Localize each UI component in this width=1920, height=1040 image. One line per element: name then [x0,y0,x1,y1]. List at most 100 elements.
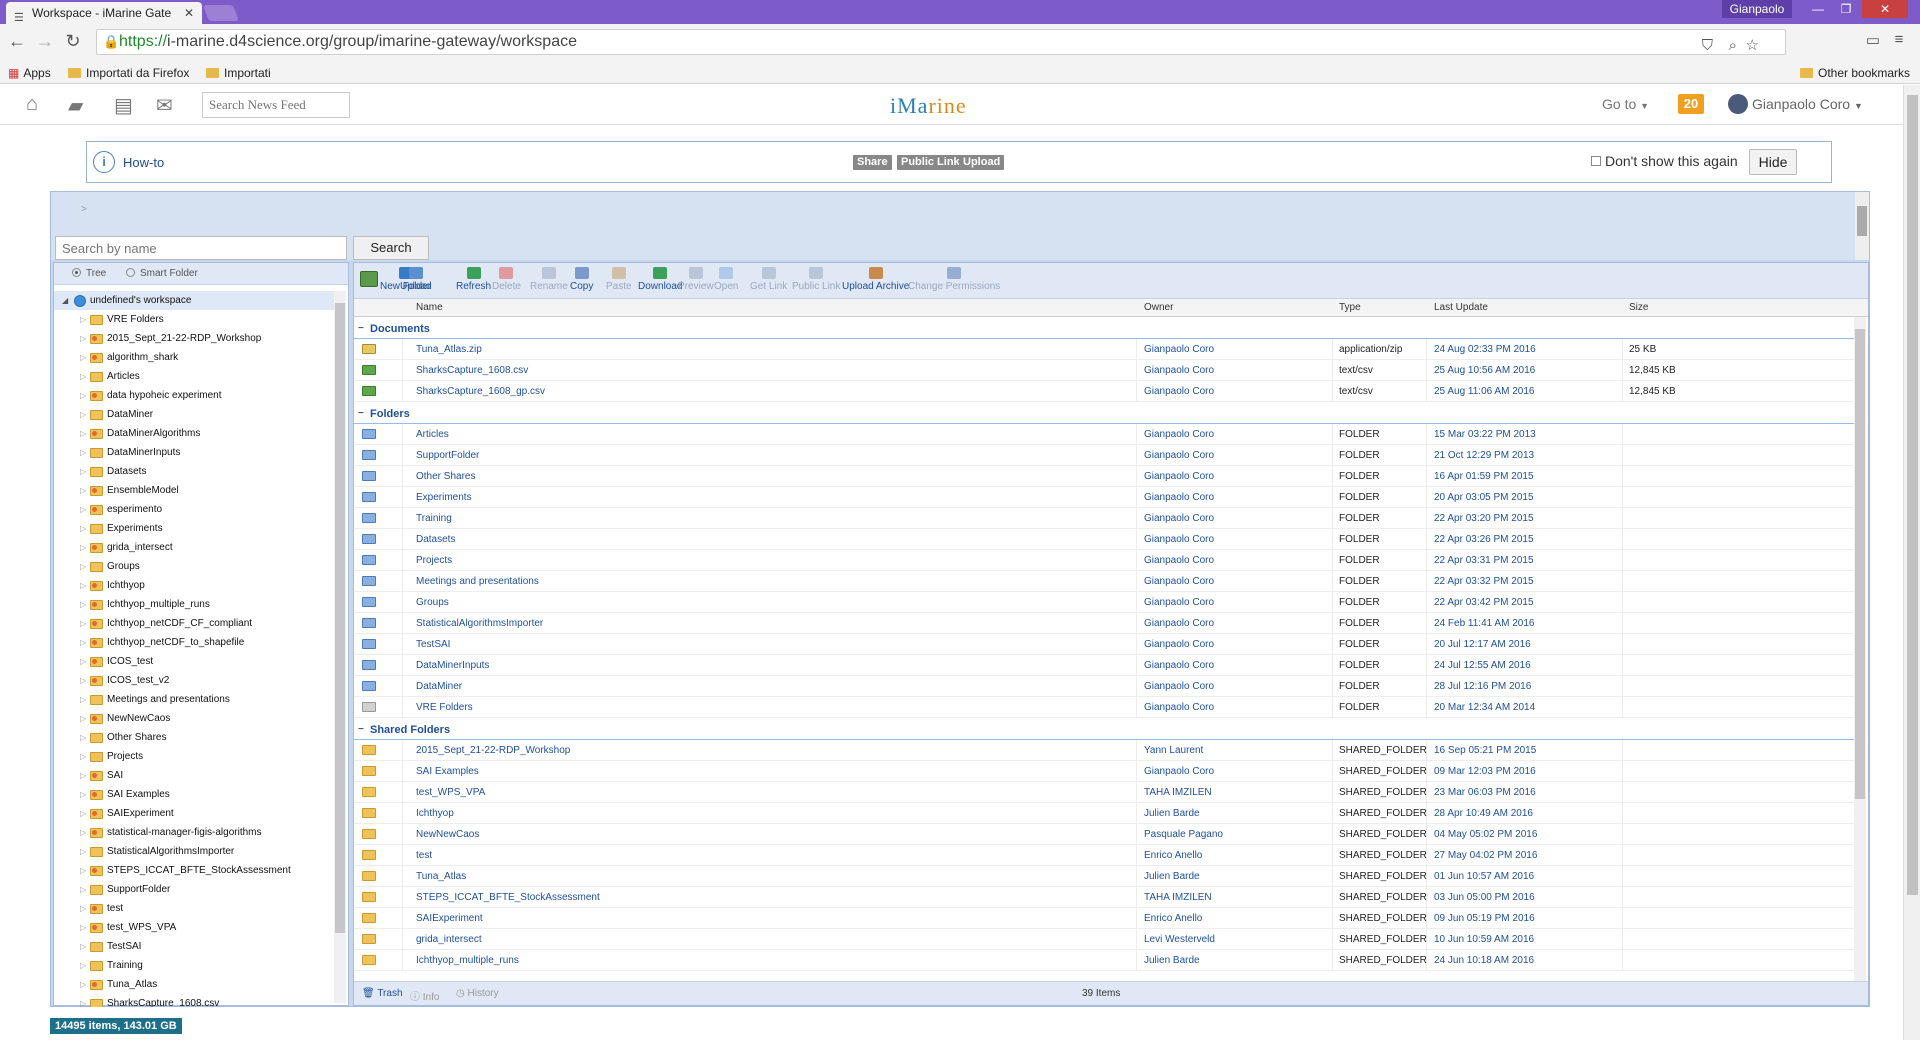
grid-scrollbar-thumb[interactable] [1855,329,1865,799]
checkbox-icon[interactable] [1591,156,1601,166]
collapsed-arrow-icon[interactable]: ▷ [80,500,86,519]
row-name[interactable]: grida_intersect [416,929,482,950]
page-scrollbar-thumb[interactable] [1907,95,1918,895]
collapsed-arrow-icon[interactable]: ▷ [80,424,86,443]
collapsed-arrow-icon[interactable]: ▷ [80,975,86,994]
table-row[interactable]: Experiments Gianpaolo Coro FOLDER 20 Apr 03… [354,487,1854,508]
row-name[interactable]: Training [416,508,452,529]
topbar-scrollbar[interactable] [1855,192,1869,260]
tree-item[interactable]: ▷ test_WPS_VPA [54,918,334,937]
grid-menu-icon[interactable] [360,271,378,289]
tree-item[interactable]: ▷ Other Shares [54,728,334,747]
tree-item[interactable]: ▷ SharksCapture_1608.csv [54,994,334,1007]
table-row[interactable]: Other Shares Gianpaolo Coro FOLDER 16 Apr 0… [354,466,1854,487]
collapsed-arrow-icon[interactable]: ▷ [80,633,86,652]
grid-scrollbar[interactable] [1854,317,1866,981]
table-row[interactable]: test Enrico Anello SHARED_FOLDER 27 May 04:… [354,845,1854,866]
table-row[interactable]: Training Gianpaolo Coro FOLDER 22 Apr 03:20… [354,508,1854,529]
avatar[interactable] [1728,94,1748,114]
bookmark-apps[interactable]: ▦ Apps [8,65,51,81]
tree-item[interactable]: ▷ TestSAI [54,937,334,956]
column-owner[interactable]: Owner [1144,302,1173,313]
tree-item[interactable]: ▷ Ichthyop_netCDF_CF_compliant [54,614,334,633]
collapsed-arrow-icon[interactable]: ▷ [80,576,86,595]
collapsed-arrow-icon[interactable]: ▷ [80,481,86,500]
table-row[interactable]: Groups Gianpaolo Coro FOLDER 22 Apr 03:42 P… [354,592,1854,613]
tree-item[interactable]: ▷ SupportFolder [54,880,334,899]
news-search-input[interactable] [202,92,350,118]
tree-item[interactable]: ▷ SAI [54,766,334,785]
tree-item[interactable]: ▷ Meetings and presentations [54,690,334,709]
row-name[interactable]: Experiments [416,487,472,508]
table-row[interactable]: Ichthyop Julien Barde SHARED_FOLDER 28 Apr … [354,803,1854,824]
tree-item[interactable]: ▷ statistical-manager-figis-algorithms [54,823,334,842]
collapsed-arrow-icon[interactable]: ▷ [80,443,86,462]
row-name[interactable]: Articles [416,424,449,445]
tree-item[interactable]: ▷ ICOS_test [54,652,334,671]
table-row[interactable]: test_WPS_VPA TAHA IMZILEN SHARED_FOLDER 23 … [354,782,1854,803]
notifications-badge[interactable]: 20 [1678,94,1704,114]
maximize-icon[interactable]: ❐ [1832,0,1860,18]
column-type[interactable]: Type [1339,302,1361,313]
tree-item[interactable]: ▷ Projects [54,747,334,766]
download-button[interactable]: Download [638,267,682,292]
tree-item[interactable]: ▷ algorithm_shark [54,348,334,367]
table-row[interactable]: NewNewCaos Pasquale Pagano SHARED_FOLDER 04… [354,824,1854,845]
tree-item[interactable]: ▷ 2015_Sept_21-22-RDP_Workshop [54,329,334,348]
tree-item[interactable]: ▷ DataMinerInputs [54,443,334,462]
minimize-icon[interactable]: — [1804,0,1832,18]
change-permissions-button[interactable]: Change Permissions [908,267,1000,292]
goto-menu[interactable]: Go to ▼ [1602,96,1649,112]
row-name[interactable]: Tuna_Atlas.zip [416,339,482,360]
table-row[interactable]: SharksCapture_1608_gp.csv Gianpaolo Coro t… [354,381,1854,402]
group-header[interactable]: Shared Folders [354,718,1854,742]
collapsed-arrow-icon[interactable]: ▷ [80,861,86,880]
tree-item[interactable]: ▷ DataMinerAlgorithms [54,424,334,443]
tree-item[interactable]: ▷ Ichthyop_netCDF_to_shapefile [54,633,334,652]
column-size[interactable]: Size [1629,302,1648,313]
table-row[interactable]: Projects Gianpaolo Coro FOLDER 22 Apr 03:31… [354,550,1854,571]
user-menu[interactable]: Gianpaolo Coro ▼ [1752,96,1863,112]
trash-button[interactable]: 🗑 Trash [362,988,403,999]
row-name[interactable]: Projects [416,550,452,571]
upload-archive-button[interactable]: Upload Archive [842,267,909,292]
collapsed-arrow-icon[interactable]: ▷ [80,348,86,367]
refresh-button[interactable]: Refresh [456,267,491,292]
tree-item[interactable]: ▷ Groups [54,557,334,576]
collapsed-arrow-icon[interactable]: ▷ [80,595,86,614]
row-name[interactable]: Ichthyop_multiple_runs [416,950,519,971]
tree-item[interactable]: ▷ StatisticalAlgorithmsImporter [54,842,334,861]
table-row[interactable]: DataMinerInputs Gianpaolo Coro FOLDER 24 Ju… [354,655,1854,676]
collapsed-arrow-icon[interactable]: ▷ [80,690,86,709]
table-row[interactable]: StatisticalAlgorithmsImporter Gianpaolo C… [354,613,1854,634]
workspace-search-input[interactable] [55,236,347,260]
table-row[interactable]: DataMiner Gianpaolo Coro FOLDER 28 Jul 12:1… [354,676,1854,697]
cast-icon[interactable]: ▭ [1862,31,1884,49]
table-row[interactable]: TestSAI Gianpaolo Coro FOLDER 20 Jul 12:17 … [354,634,1854,655]
home-icon[interactable]: ⌂ [26,93,38,116]
row-name[interactable]: TestSAI [416,634,450,655]
tree-item[interactable]: ▷ SAI Examples [54,785,334,804]
row-name[interactable]: VRE Folders [416,697,473,718]
tree-item[interactable]: ▷ Tuna_Atlas [54,975,334,994]
tree-item[interactable]: ▷ DataMiner [54,405,334,424]
collapsed-arrow-icon[interactable]: ▷ [80,785,86,804]
folder-open-icon[interactable]: ▰ [68,93,83,118]
table-row[interactable]: STEPS_ICCAT_BFTE_StockAssessment TAHA IMZ… [354,887,1854,908]
row-name[interactable]: Ichthyop [416,803,454,824]
row-name[interactable]: 2015_Sept_21-22-RDP_Workshop [416,740,570,761]
table-row[interactable]: SupportFolder Gianpaolo Coro FOLDER 21 Oct … [354,445,1854,466]
reload-icon[interactable]: ↻ [62,31,84,52]
table-row[interactable]: SAI Examples Gianpaolo Coro SHARED_FOLDER 0… [354,761,1854,782]
row-name[interactable]: test_WPS_VPA [416,782,485,803]
collapsed-arrow-icon[interactable]: ▷ [80,899,86,918]
collapsed-arrow-icon[interactable]: ▷ [80,671,86,690]
radio-icon[interactable] [72,268,81,277]
bookmark-other[interactable]: Other bookmarks [1800,65,1910,81]
collapsed-arrow-icon[interactable]: ▷ [80,367,86,386]
smart-folder-radio[interactable]: Smart Folder [126,268,198,279]
tree-scrollbar[interactable] [334,291,346,1003]
history-button[interactable]: ◷ History [456,988,499,999]
collapsed-arrow-icon[interactable]: ▷ [80,538,86,557]
collapsed-arrow-icon[interactable]: ▷ [80,405,86,424]
